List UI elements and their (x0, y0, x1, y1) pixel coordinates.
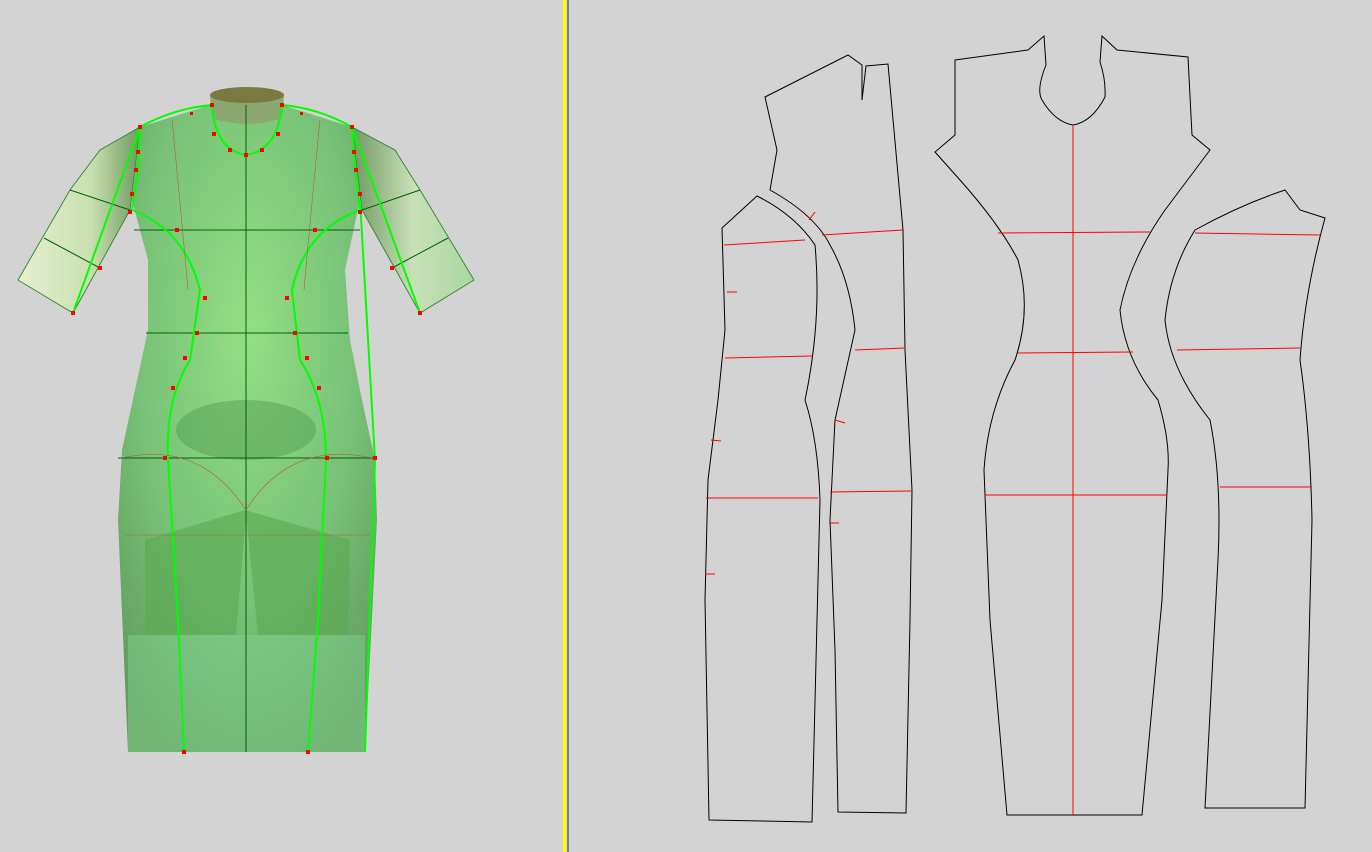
pattern-piece-back-side[interactable] (704, 195, 821, 823)
left-sleeve[interactable] (17, 126, 141, 314)
dress-body[interactable] (118, 105, 377, 752)
right-sleeve[interactable] (351, 126, 475, 314)
neck (210, 87, 284, 124)
pattern-piece-front-side[interactable] (764, 54, 913, 814)
pattern-guide-lines (705, 125, 1321, 815)
pattern-piece-side-right[interactable] (1164, 189, 1326, 809)
3d-viewport[interactable] (0, 0, 563, 852)
2d-pattern-viewport[interactable] (569, 0, 1372, 852)
viewport-splitter[interactable] (563, 0, 566, 852)
